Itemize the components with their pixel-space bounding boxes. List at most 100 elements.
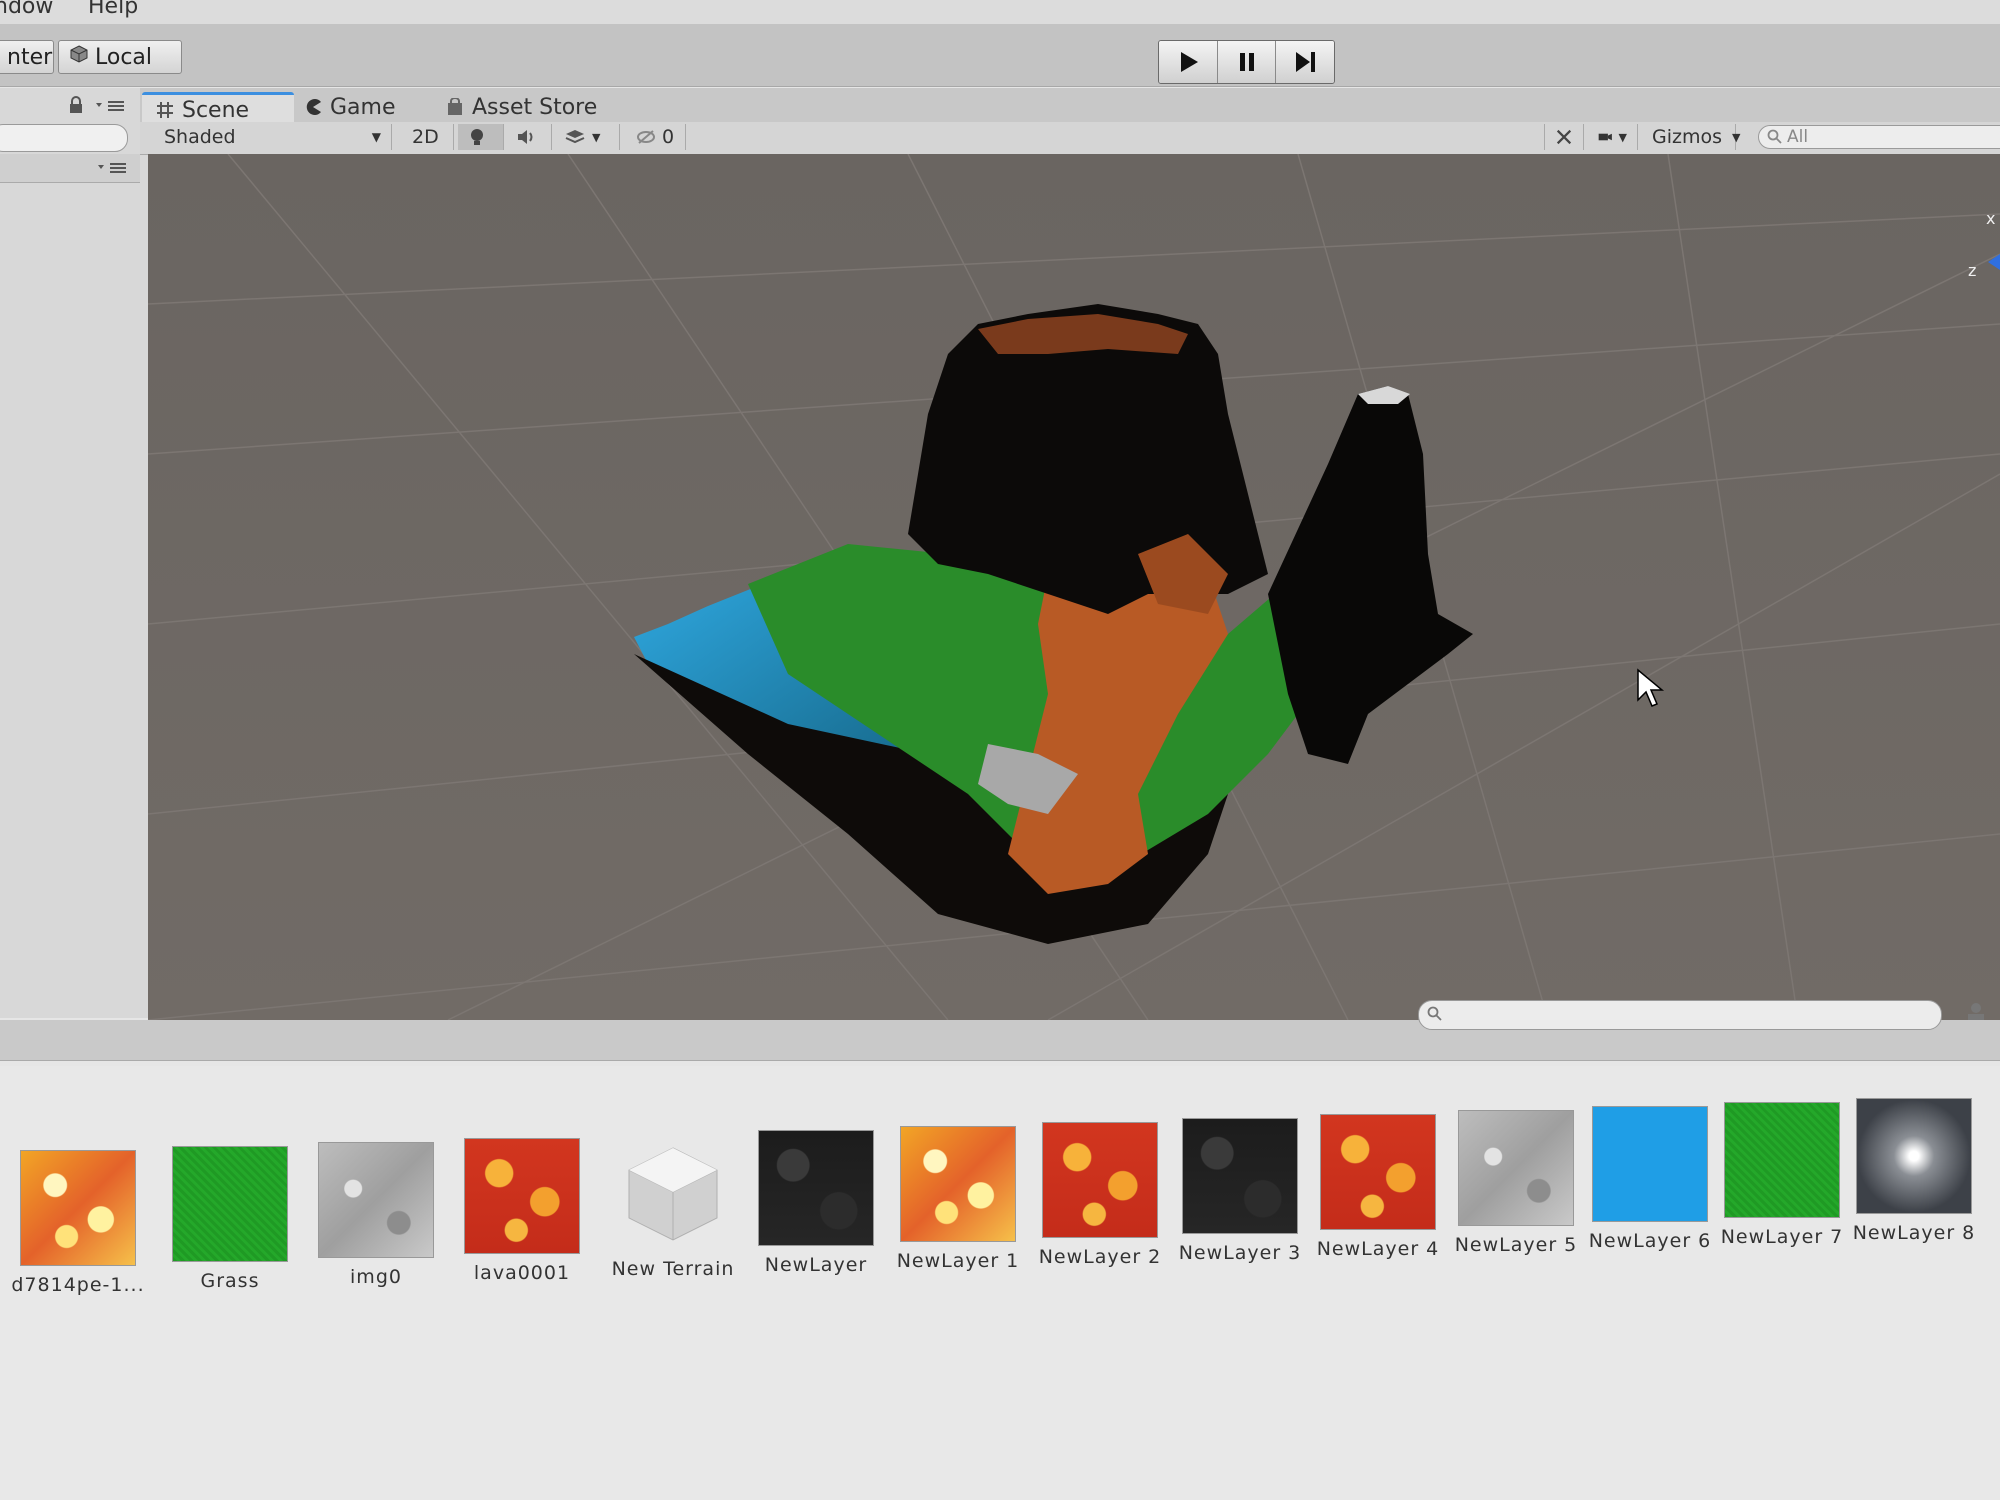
camera-dropdown[interactable]: ▼ (1588, 124, 1638, 150)
hierarchy-panel (0, 88, 155, 1018)
play-icon (1180, 52, 1198, 72)
axis-x-label: x (1986, 209, 1995, 228)
asset-label: NewLayer 6 (1588, 1230, 1712, 1252)
gizmos-label: Gizmos (1652, 126, 1723, 148)
menu-help[interactable]: Help (88, 0, 138, 19)
hidden-count: 0 (662, 126, 675, 148)
asset-label: img0 (350, 1266, 402, 1288)
effects-dropdown[interactable]: ▼ (554, 124, 620, 150)
pivot-toggle[interactable]: nter (0, 40, 54, 74)
asset-label: NewLayer (764, 1254, 868, 1276)
asset-label: New Terrain (611, 1258, 735, 1280)
pause-button[interactable] (1217, 41, 1277, 83)
lightbulb-icon (471, 129, 483, 145)
asset-label: NewLayer 4 (1316, 1238, 1440, 1260)
pause-icon (1239, 53, 1254, 71)
toggle-2d-label: 2D (412, 126, 439, 148)
asset-thumbnail (1042, 1122, 1158, 1238)
asset-item[interactable]: NewLayer 5 (1446, 1110, 1586, 1256)
terrain-cube-icon (615, 1134, 731, 1250)
asset-item[interactable]: NewLayer 7 (1712, 1102, 1852, 1248)
camera-icon (1598, 133, 1612, 141)
step-icon (1296, 52, 1316, 72)
lighting-toggle[interactable] (458, 124, 504, 150)
asset-item[interactable]: New Terrain (598, 1134, 748, 1280)
chevron-down-icon: ▼ (592, 130, 601, 144)
asset-item[interactable]: NewLayer 8 (1844, 1098, 1984, 1244)
toggle-2d-button[interactable]: 2D (402, 124, 454, 150)
layers-icon (565, 130, 585, 144)
scene-search-placeholder: All (1787, 127, 1809, 147)
search-icon (1767, 129, 1782, 144)
tools-button[interactable] (1544, 124, 1584, 150)
tools-icon (1556, 129, 1572, 145)
asset-grid: d7814pe-1... Grass img0 lava0001 New Ter… (0, 1066, 2000, 1500)
tab-scene-label: Scene (182, 97, 250, 123)
pivot-label: nter (7, 44, 53, 70)
filter-by-type-icon[interactable] (1964, 1000, 1988, 1024)
asset-thumbnail (1592, 1106, 1708, 1222)
tab-scene[interactable]: Scene (142, 92, 294, 125)
asset-item[interactable]: NewLayer 1 (888, 1126, 1028, 1272)
tab-game[interactable]: Game (290, 92, 410, 122)
asset-thumbnail (1724, 1102, 1840, 1218)
asset-thumbnail (900, 1126, 1016, 1242)
play-button[interactable] (1159, 41, 1218, 83)
hierarchy-search-input[interactable] (0, 124, 128, 152)
asset-item[interactable]: img0 (306, 1142, 446, 1288)
asset-item[interactable]: d7814pe-1... (8, 1150, 148, 1296)
asset-label: NewLayer 2 (1038, 1246, 1162, 1268)
asset-thumbnail (20, 1150, 136, 1266)
asset-item[interactable]: NewLayer 2 (1030, 1122, 1170, 1268)
speaker-icon (518, 130, 533, 144)
game-pacman-icon (306, 99, 321, 115)
local-label: Local (95, 44, 153, 70)
hierarchy-header (0, 154, 140, 183)
tab-game-label: Game (330, 94, 396, 120)
menu-bar: ndow Help (0, 0, 2000, 24)
asset-thumbnail (318, 1142, 434, 1258)
draw-mode-dropdown[interactable]: Shaded ▼ (154, 124, 392, 150)
scene-viewport[interactable]: x z (148, 154, 2000, 1020)
asset-thumbnail (1182, 1118, 1298, 1234)
asset-label: NewLayer 7 (1720, 1226, 1844, 1248)
space-toggle[interactable]: Local (58, 40, 182, 74)
view-tabs: Scene Game Asset Store (140, 88, 2000, 125)
playback-controls (1158, 40, 1335, 84)
asset-thumbnail (464, 1138, 580, 1254)
gizmos-dropdown[interactable]: Gizmos ▼ (1642, 124, 1740, 150)
draw-mode-value: Shaded (164, 126, 236, 148)
asset-item[interactable]: NewLayer 6 (1580, 1106, 1720, 1252)
asset-item[interactable]: NewLayer 3 (1170, 1118, 1310, 1264)
asset-item[interactable]: lava0001 (452, 1138, 592, 1284)
menu-window[interactable]: ndow (0, 0, 53, 19)
asset-label: NewLayer 8 (1852, 1222, 1976, 1244)
asset-thumbnail (172, 1146, 288, 1262)
panel-menu-icon[interactable] (96, 100, 126, 112)
main-toolbar: nter Local (0, 24, 2000, 87)
asset-item[interactable]: NewLayer (746, 1130, 886, 1276)
scene-grid-icon (157, 102, 173, 118)
lock-icon[interactable] (68, 96, 84, 114)
asset-item[interactable]: Grass (160, 1146, 300, 1292)
hierarchy-menu-icon[interactable] (98, 162, 128, 174)
asset-label: NewLayer 5 (1454, 1234, 1578, 1256)
axis-z-label: z (1968, 261, 1976, 280)
tab-asset-store[interactable]: Asset Store (432, 92, 611, 122)
chevron-down-icon: ▼ (1618, 130, 1627, 144)
store-bag-icon (448, 98, 462, 115)
asset-label: d7814pe-1... (11, 1274, 145, 1296)
search-icon (1427, 1006, 1442, 1021)
scene-search-input[interactable]: All (1758, 125, 2000, 149)
local-cube-icon (69, 44, 89, 70)
asset-label: NewLayer 1 (896, 1250, 1020, 1272)
step-button[interactable] (1276, 41, 1334, 83)
chevron-down-icon: ▼ (371, 130, 381, 144)
asset-item[interactable]: NewLayer 4 (1308, 1114, 1448, 1260)
chevron-down-icon: ▼ (1732, 130, 1741, 144)
asset-label: NewLayer 3 (1178, 1242, 1302, 1264)
audio-toggle[interactable] (506, 124, 552, 150)
asset-thumbnail (1856, 1098, 1972, 1214)
project-search-input[interactable] (1418, 1000, 1942, 1030)
hidden-objects-toggle[interactable]: 0 (626, 124, 686, 150)
